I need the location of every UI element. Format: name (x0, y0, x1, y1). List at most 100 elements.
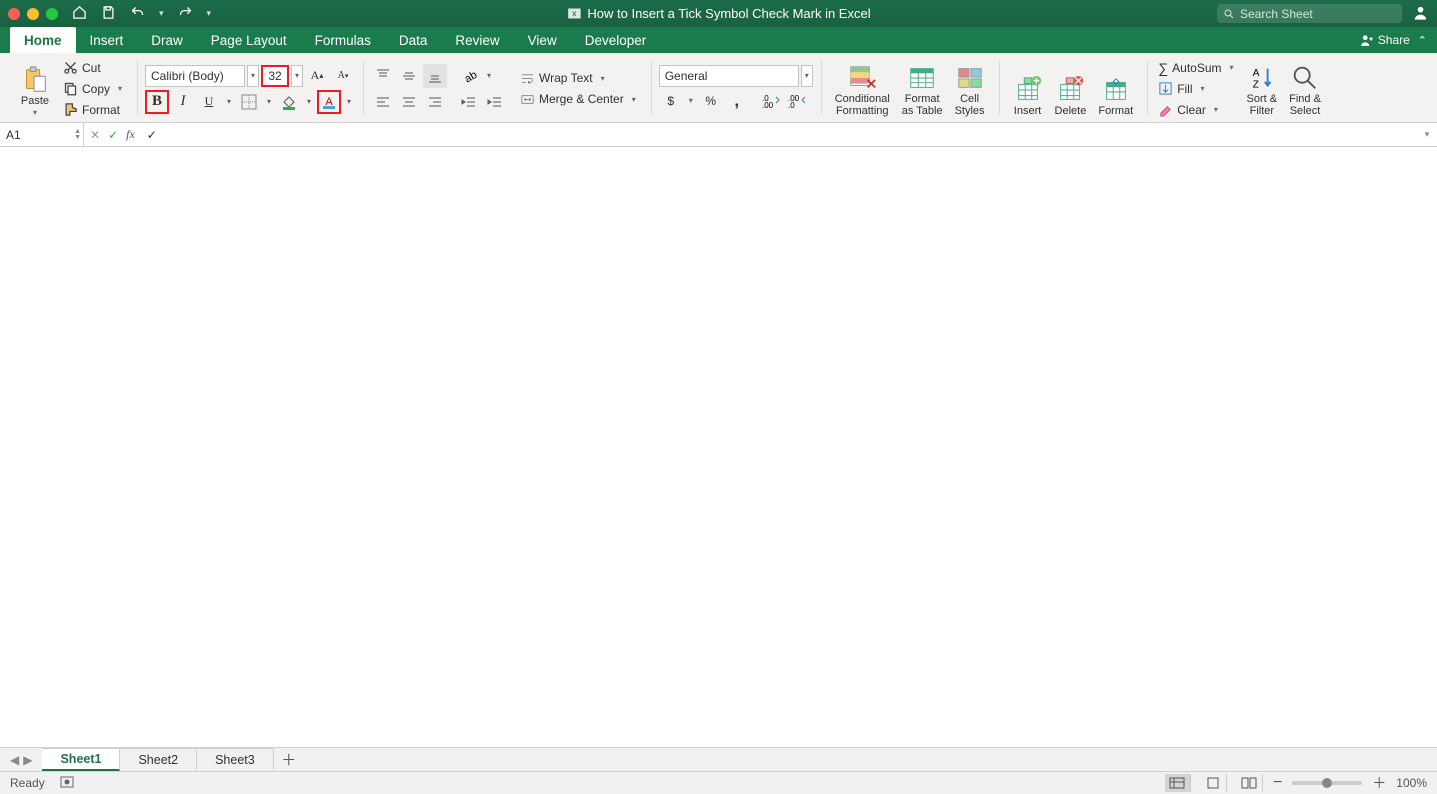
next-sheet-icon[interactable]: ▶ (23, 753, 32, 767)
formula-input[interactable]: ✓ (141, 123, 1417, 146)
minimize-window-icon[interactable] (27, 8, 39, 20)
normal-view-icon[interactable] (1165, 774, 1191, 792)
search-sheet-input[interactable]: Search Sheet (1217, 4, 1402, 23)
prev-sheet-icon[interactable]: ◀ (10, 753, 19, 767)
orientation-icon[interactable]: ab (457, 64, 481, 88)
tab-home[interactable]: Home (10, 27, 76, 53)
name-box[interactable]: A1▲▼ (0, 123, 84, 146)
cut-button[interactable]: Cut (60, 58, 129, 78)
number-format-dropdown-icon[interactable]: ▾ (801, 65, 813, 87)
clear-button[interactable]: Clear▾ (1155, 100, 1240, 120)
font-color-button[interactable]: A (317, 90, 341, 114)
underline-button[interactable]: U (197, 90, 221, 114)
borders-dropdown-icon[interactable]: ▾ (263, 97, 275, 106)
increase-decimal-icon[interactable]: .0.00 (759, 89, 783, 113)
comma-icon[interactable]: , (725, 89, 749, 113)
number-format-select[interactable]: General (659, 65, 799, 87)
collapse-ribbon-icon[interactable]: ⌃ (1418, 34, 1427, 47)
borders-button[interactable] (237, 90, 261, 114)
maximize-window-icon[interactable] (46, 8, 58, 20)
share-button[interactable]: Share (1360, 33, 1410, 47)
format-painter-button[interactable]: Format (60, 100, 129, 120)
sort-filter-button[interactable]: AZSort & Filter (1241, 58, 1284, 120)
fill-color-dropdown-icon[interactable]: ▾ (303, 97, 315, 106)
tab-insert[interactable]: Insert (76, 27, 138, 53)
currency-dropdown-icon[interactable]: ▾ (685, 96, 697, 105)
ribbon: Paste▾ Cut Copy▾ Format Calibri (Body)▾ … (0, 53, 1437, 123)
align-center-icon[interactable] (397, 90, 421, 114)
account-icon[interactable] (1412, 4, 1429, 24)
orientation-dropdown-icon[interactable]: ▾ (483, 71, 495, 80)
increase-indent-icon[interactable] (483, 90, 507, 114)
zoom-slider[interactable] (1292, 781, 1362, 785)
tab-data[interactable]: Data (385, 27, 442, 53)
spreadsheet-grid[interactable] (0, 147, 1437, 747)
underline-dropdown-icon[interactable]: ▾ (223, 97, 235, 106)
align-right-icon[interactable] (423, 90, 447, 114)
sheet-tab-2[interactable]: Sheet2 (120, 748, 197, 771)
namebox-stepper-icon[interactable]: ▲▼ (74, 129, 81, 141)
italic-button[interactable]: I (171, 90, 195, 114)
svg-text:.00: .00 (762, 101, 774, 109)
enter-formula-icon[interactable]: ✓ (108, 128, 118, 142)
increase-font-icon[interactable]: A▴ (305, 64, 329, 88)
tab-review[interactable]: Review (441, 27, 513, 53)
sheet-tab-1[interactable]: Sheet1 (42, 748, 120, 771)
autosum-button[interactable]: ∑AutoSum▾ (1155, 58, 1240, 78)
undo-dropdown-icon[interactable]: ▾ (159, 8, 164, 19)
tab-page-layout[interactable]: Page Layout (197, 27, 301, 53)
align-middle-icon[interactable] (397, 64, 421, 88)
decrease-decimal-icon[interactable]: .00.0 (785, 89, 809, 113)
merge-center-button[interactable]: Merge & Center▾ (517, 89, 643, 109)
align-top-icon[interactable] (371, 64, 395, 88)
font-size-dropdown-icon[interactable]: ▾ (291, 65, 303, 87)
home-icon[interactable] (72, 5, 87, 23)
bold-button[interactable]: B (145, 90, 169, 114)
tab-formulas[interactable]: Formulas (301, 27, 385, 53)
page-break-view-icon[interactable] (1237, 774, 1263, 792)
fill-color-button[interactable] (277, 90, 301, 114)
decrease-font-icon[interactable]: A▾ (331, 64, 355, 88)
delete-cells-button[interactable]: Delete (1049, 58, 1093, 120)
cancel-formula-icon[interactable]: ✕ (90, 128, 100, 142)
copy-button[interactable]: Copy▾ (60, 79, 129, 99)
font-name-select[interactable]: Calibri (Body) (145, 65, 245, 87)
tab-draw[interactable]: Draw (137, 27, 197, 53)
find-select-button[interactable]: Find & Select (1283, 58, 1327, 120)
decrease-indent-icon[interactable] (457, 90, 481, 114)
percent-icon[interactable]: % (699, 89, 723, 113)
zoom-level[interactable]: 100% (1396, 776, 1427, 790)
close-window-icon[interactable] (8, 8, 20, 20)
redo-icon[interactable] (178, 5, 193, 23)
expand-formula-bar-icon[interactable]: ▾ (1417, 123, 1437, 146)
font-size-input[interactable]: 32 (261, 65, 289, 87)
insert-cells-button[interactable]: Insert (1007, 58, 1049, 120)
format-as-table-button[interactable]: Format as Table (896, 58, 949, 120)
align-bottom-icon[interactable] (423, 64, 447, 88)
tab-developer[interactable]: Developer (571, 27, 661, 53)
format-cells-button[interactable]: Format (1092, 58, 1139, 120)
search-icon (1223, 8, 1235, 20)
currency-icon[interactable]: $ (659, 89, 683, 113)
cell-styles-button[interactable]: Cell Styles (949, 58, 991, 120)
quick-access-toolbar: ▾ ▾ (72, 5, 211, 23)
page-layout-view-icon[interactable] (1201, 774, 1227, 792)
font-name-dropdown-icon[interactable]: ▾ (247, 65, 259, 87)
font-color-dropdown-icon[interactable]: ▾ (343, 97, 355, 106)
save-icon[interactable] (101, 5, 116, 23)
add-sheet-button[interactable]: ＋ (274, 748, 304, 771)
tab-view[interactable]: View (514, 27, 571, 53)
sheet-tab-3[interactable]: Sheet3 (197, 748, 274, 771)
qat-customize-icon[interactable]: ▾ (207, 8, 212, 19)
zoom-out-button[interactable]: − (1273, 774, 1282, 792)
align-left-icon[interactable] (371, 90, 395, 114)
conditional-formatting-button[interactable]: Conditional Formatting (829, 58, 896, 120)
status-bar: Ready − ＋ 100% (0, 771, 1437, 794)
paste-button[interactable]: Paste▾ (14, 58, 56, 120)
zoom-in-button[interactable]: ＋ (1372, 773, 1386, 793)
fill-button[interactable]: Fill▾ (1155, 79, 1240, 99)
macro-record-icon[interactable] (59, 774, 75, 793)
wrap-text-button[interactable]: Wrap Text▾ (517, 68, 643, 88)
insert-function-icon[interactable]: fx (126, 127, 135, 142)
undo-icon[interactable] (130, 5, 145, 23)
